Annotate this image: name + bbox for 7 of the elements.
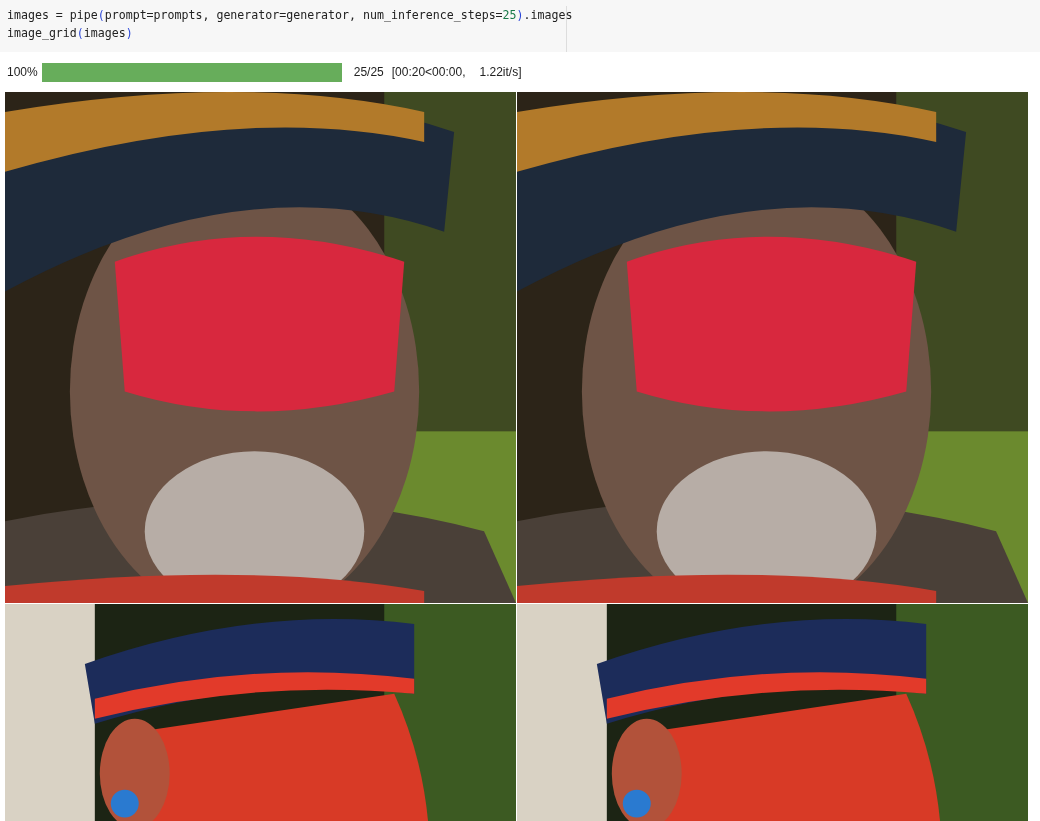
- progress-percent: 100%: [7, 65, 38, 79]
- code-cell[interactable]: images = pipe(prompt=prompts, generator=generator, num_inference_steps=25).images image_grid(images): [0, 0, 1040, 52]
- progress-timing: [00:20<00:00,: [391, 65, 466, 79]
- progress-rate: 1.22it/s]: [479, 65, 522, 79]
- code-line: image_grid(images): [7, 25, 133, 42]
- progress-count: 25/25: [353, 65, 384, 79]
- code-line: images = pipe(prompt=prompts, generator=generator, num_inference_steps=25).images: [7, 7, 573, 24]
